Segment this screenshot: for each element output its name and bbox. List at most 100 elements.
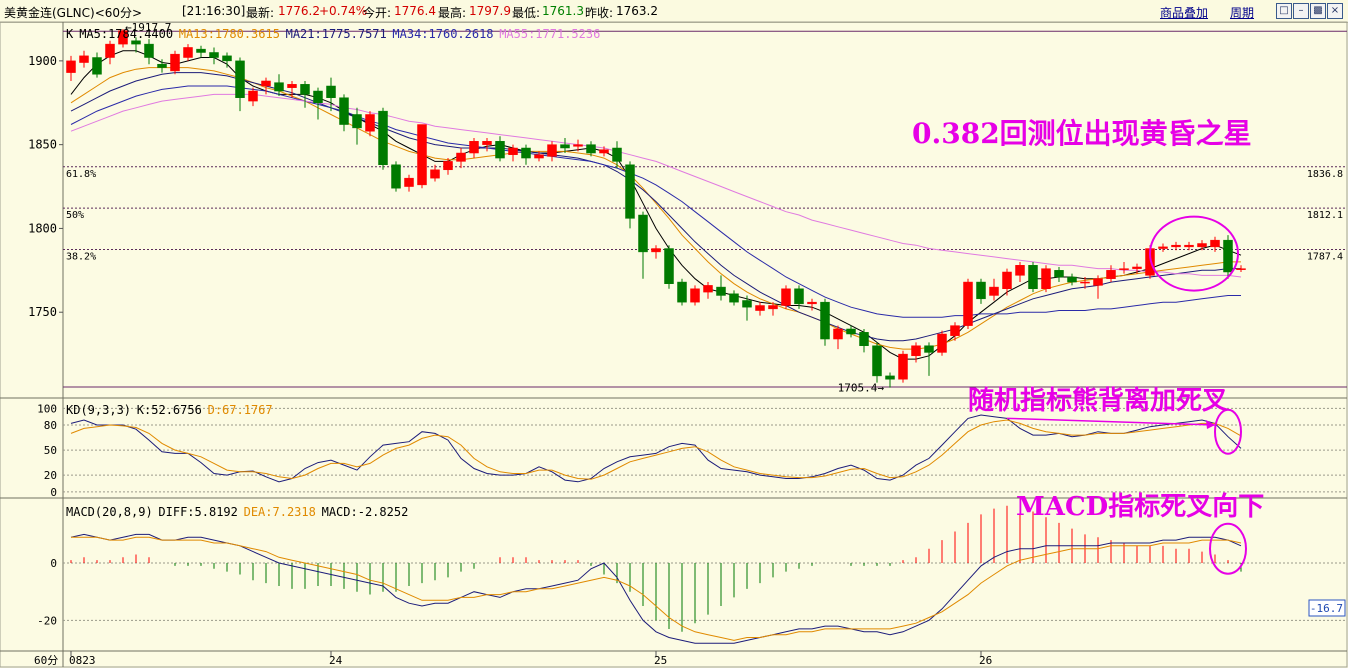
candle-up xyxy=(963,281,973,326)
candle-down xyxy=(677,281,687,303)
candle-down xyxy=(352,114,362,129)
time-tick-label: 24 xyxy=(329,654,343,667)
candle-up xyxy=(989,286,999,296)
macd-current-value: -16.7 xyxy=(1310,602,1343,615)
candle-up xyxy=(469,141,479,154)
candle-up xyxy=(417,124,427,186)
candle-up xyxy=(781,288,791,306)
candle-up xyxy=(1184,244,1194,248)
candle-down xyxy=(391,164,401,189)
macd-tick-label: 0 xyxy=(50,557,57,570)
candle-down xyxy=(222,55,232,62)
macd-legend: DEA:7.2318 xyxy=(244,505,316,519)
legend-ma1: MA5:1784.4400 xyxy=(79,27,173,41)
chart-canvas[interactable]: 1900 1850 1800 1750 61.8% 1836.8 50% 1812.1 38.2… xyxy=(0,0,1348,668)
candle-up xyxy=(1015,265,1025,276)
candle-up xyxy=(1158,246,1168,249)
candle-up xyxy=(170,53,180,72)
candle-up xyxy=(1197,243,1207,248)
candle-down xyxy=(794,288,804,305)
candle-up xyxy=(66,60,76,73)
candle-up xyxy=(508,147,518,155)
low-price-label: 1705.4→ xyxy=(838,382,885,395)
candle-up xyxy=(547,144,557,157)
candle-down xyxy=(313,90,323,104)
kd-tick-label: 80 xyxy=(44,419,57,432)
candle-up xyxy=(755,305,765,311)
candle-up xyxy=(690,288,700,303)
candle-up xyxy=(456,152,466,162)
candle-up xyxy=(105,43,115,58)
price-tick-label: 1850 xyxy=(28,138,57,152)
fib-price-label: 1812.1 xyxy=(1307,210,1343,221)
kd-legend: K:52.6756 xyxy=(137,403,202,417)
candle-up xyxy=(287,84,297,88)
candle-up xyxy=(911,345,921,357)
time-tick-label: 26 xyxy=(979,654,992,667)
candle-down xyxy=(326,85,336,98)
time-tick-label: 0823 xyxy=(69,654,96,667)
candle-up xyxy=(1236,268,1246,270)
kd-legend: D:67.1767 xyxy=(208,403,273,417)
candle-up xyxy=(1210,239,1220,248)
legend-ma2: MA13:1780.3615 xyxy=(179,27,280,41)
macd-cross-circle xyxy=(1209,522,1247,575)
candle-up xyxy=(248,90,258,102)
candle-down xyxy=(638,214,648,253)
macd-tick-label: -20 xyxy=(37,614,57,627)
candle-down xyxy=(92,57,102,75)
macd-legend: MACD(20,8,9) xyxy=(66,505,153,519)
candle-up xyxy=(950,325,960,336)
macd-legend: MACD:-2.8252 xyxy=(322,505,409,519)
kd-tick-label: 20 xyxy=(44,469,57,482)
candle-down xyxy=(612,147,622,162)
candle-down xyxy=(742,300,752,308)
fib-level-label: 50% xyxy=(66,210,84,221)
price-tick-label: 1900 xyxy=(28,54,57,68)
candle-up xyxy=(1002,271,1012,290)
kd-tick-label: 50 xyxy=(44,444,57,457)
candle-down xyxy=(1067,276,1077,283)
candle-up xyxy=(898,353,908,380)
ma-line-ma5 xyxy=(70,50,1242,360)
candle-down xyxy=(820,301,830,340)
candle-down xyxy=(885,375,895,380)
candle-down xyxy=(274,82,284,92)
candle-down xyxy=(209,52,219,58)
macd-legend: DIFF:5.8192 xyxy=(158,505,237,519)
legend-k: K xyxy=(66,27,74,41)
candle-up xyxy=(807,301,817,305)
candle-down xyxy=(1054,270,1064,278)
candle-up xyxy=(1119,268,1129,270)
kd-divergence-arrowhead xyxy=(1206,420,1215,430)
candle-up xyxy=(430,169,440,179)
legend-ma4: MA34:1760.2618 xyxy=(392,27,493,41)
candle-up xyxy=(1093,278,1103,286)
candle-up xyxy=(482,141,492,145)
candle-down xyxy=(664,248,674,284)
candle-up xyxy=(768,305,778,310)
candle-up xyxy=(404,177,414,187)
candle-down xyxy=(846,328,856,335)
annotation-macd-cross: MACD指标死叉向下 xyxy=(1016,492,1265,522)
candle-up xyxy=(1041,268,1051,290)
candle-down xyxy=(625,164,635,219)
candle-down xyxy=(716,286,726,296)
candle-down xyxy=(924,345,934,353)
candle-down xyxy=(339,97,349,125)
legend-ma3: MA21:1775.7571 xyxy=(286,27,387,41)
time-tick-label: 25 xyxy=(654,654,667,667)
candle-down xyxy=(872,345,882,377)
legend-ma5: MA55:1771.5236 xyxy=(499,27,600,41)
candle-up xyxy=(573,144,583,147)
candle-down xyxy=(144,43,154,58)
fib-level-label: 38.2% xyxy=(66,252,96,263)
fib-price-label: 1836.8 xyxy=(1307,169,1343,180)
candle-down xyxy=(859,332,869,346)
annotation-kd-divergence: 随机指标熊背离加死叉 xyxy=(968,386,1229,416)
candle-up xyxy=(183,47,193,58)
candle-up xyxy=(1171,244,1181,248)
candle-up xyxy=(534,154,544,159)
annotation-evening-star: 0.382回测位出现黄昏之星 xyxy=(912,117,1252,150)
candle-down xyxy=(521,147,531,159)
